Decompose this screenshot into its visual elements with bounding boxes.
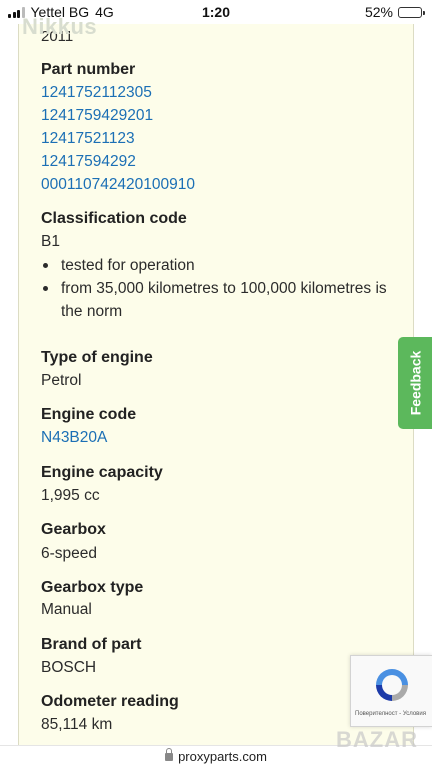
classification-code-value: B1 bbox=[41, 233, 60, 250]
status-right: 52% bbox=[364, 4, 425, 20]
list-item: from 35,000 kilometres to 100,000 kilome… bbox=[41, 277, 401, 323]
note-text: from 35,000 kilometres to 100,000 kilome… bbox=[61, 280, 387, 320]
recaptcha-terms[interactable]: Поверителност - Условия bbox=[355, 711, 426, 717]
battery-percent: 52% bbox=[364, 4, 393, 20]
part-number-link[interactable]: 1241752112305 bbox=[41, 84, 152, 102]
engine-capacity-label: Engine capacity bbox=[41, 464, 163, 481]
part-number-link[interactable]: 000110742420100910 bbox=[41, 176, 195, 194]
engine-type-value: Petrol bbox=[41, 372, 82, 389]
gearbox-label: Gearbox bbox=[41, 521, 106, 538]
engine-capacity-value: 1,995 cc bbox=[41, 487, 100, 504]
part-brand-label: Brand of part bbox=[41, 636, 142, 653]
classification-notes: tested for operation from 35,000 kilomet… bbox=[41, 254, 401, 323]
recaptcha-icon bbox=[376, 669, 408, 701]
part-number-link[interactable]: 12417594292 bbox=[41, 153, 136, 171]
recaptcha-badge[interactable]: Поверителност - Условия bbox=[350, 655, 432, 727]
bullet-icon bbox=[43, 263, 48, 268]
odometer-value: 85,114 km bbox=[41, 716, 113, 733]
lock-icon bbox=[165, 748, 174, 761]
classification-code-label: Classification code bbox=[41, 210, 187, 227]
gearbox-type-value: Manual bbox=[41, 601, 92, 618]
part-brand-value: BOSCH bbox=[41, 659, 97, 676]
engine-type-label: Type of engine bbox=[41, 349, 153, 366]
part-number-link[interactable]: 12417521123 bbox=[41, 130, 135, 148]
odometer-label: Odometer reading bbox=[41, 693, 179, 710]
engine-code-label: Engine code bbox=[41, 406, 137, 423]
list-item: tested for operation bbox=[41, 254, 401, 277]
engine-code-link[interactable]: N43B20A bbox=[41, 429, 107, 447]
part-number-link[interactable]: 1241759429201 bbox=[41, 107, 153, 125]
feedback-label: Feedback bbox=[407, 350, 423, 416]
note-text: tested for operation bbox=[61, 257, 195, 274]
gearbox-value: 6-speed bbox=[41, 545, 98, 562]
watermark: BAZAR bbox=[336, 727, 418, 752]
site-logo: Nikkus bbox=[22, 14, 98, 39]
url-text: proxyparts.com bbox=[178, 749, 267, 764]
feedback-button[interactable]: Feedback bbox=[398, 337, 432, 429]
battery-icon bbox=[398, 6, 425, 18]
part-number-label: Part number bbox=[41, 61, 136, 78]
bullet-icon bbox=[43, 286, 48, 291]
gearbox-type-label: Gearbox type bbox=[41, 579, 144, 596]
